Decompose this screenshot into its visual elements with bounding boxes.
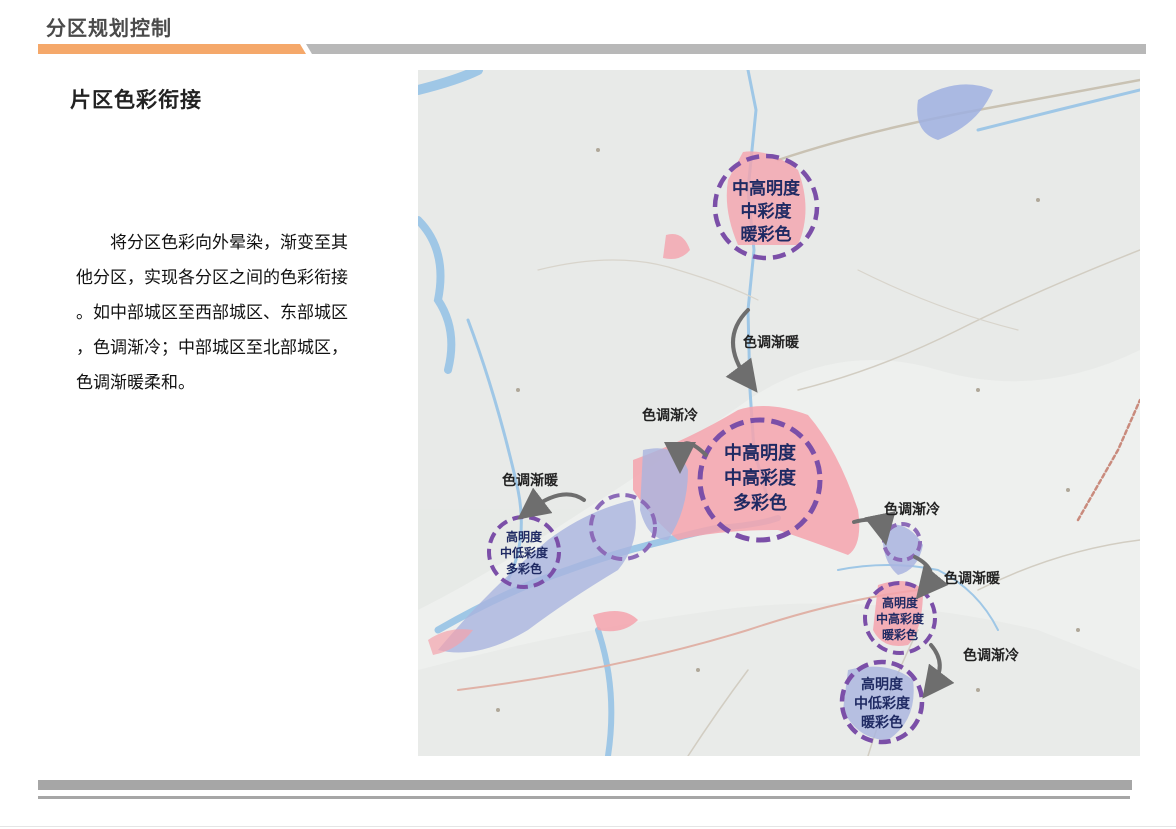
paragraph-line: ，色调渐冷；中部城区至北部城区， (76, 338, 348, 358)
transition-label: 色调渐冷 (884, 501, 940, 518)
zone-label: 中高彩度 (876, 611, 925, 626)
header-title: 分区规划控制 (46, 16, 172, 40)
transition-label: 色调渐冷 (642, 407, 698, 424)
zone-label: 中低彩度 (500, 545, 549, 560)
zone-label: 暖彩色 (861, 714, 903, 731)
zone-label: 中高明度 (724, 442, 797, 464)
page-bottom-border (0, 826, 1176, 827)
zone-label: 高明度 (882, 595, 919, 610)
footer-divider (38, 780, 1132, 790)
header-divider (38, 44, 1146, 54)
zone-label: 高明度 (506, 529, 543, 544)
transition-label: 色调渐暖 (743, 334, 800, 351)
zone-label: 多彩色 (733, 492, 787, 514)
body-paragraph: 将分区色彩向外晕染，渐变至其 他分区，实现各分区之间的色彩衔接 。如中部城区至西… (76, 226, 400, 401)
paragraph-line: 。如中部城区至西部城区、东部城区 (76, 303, 348, 323)
zone-label: 中彩度 (741, 201, 793, 222)
zone-label: 暖彩色 (741, 224, 792, 245)
paragraph-line: 色调渐暖柔和。 (76, 373, 195, 393)
zone-label: 中高明度 (732, 178, 801, 199)
paragraph-line: 他分区，实现各分区之间的色彩衔接 (76, 268, 348, 288)
zoning-color-map: 中高明度 中彩度 暖彩色 中高明度 中高彩度 多彩色 高明度 中低彩度 多彩色 … (418, 70, 1140, 756)
zone-label: 高明度 (861, 676, 904, 693)
zone-label: 暖彩色 (882, 627, 918, 642)
zone-label: 中高彩度 (724, 467, 797, 489)
transition-label: 色调渐暖 (502, 472, 559, 489)
paragraph-line: 将分区色彩向外晕染，渐变至其 (76, 233, 348, 253)
transition-label: 色调渐暖 (944, 570, 1001, 587)
zone-label: 中低彩度 (854, 695, 911, 712)
section-subtitle: 片区色彩衔接 (70, 88, 202, 112)
zone-label: 多彩色 (506, 561, 542, 576)
transition-label: 色调渐冷 (963, 647, 1019, 664)
footer-divider-thin (38, 796, 1130, 799)
